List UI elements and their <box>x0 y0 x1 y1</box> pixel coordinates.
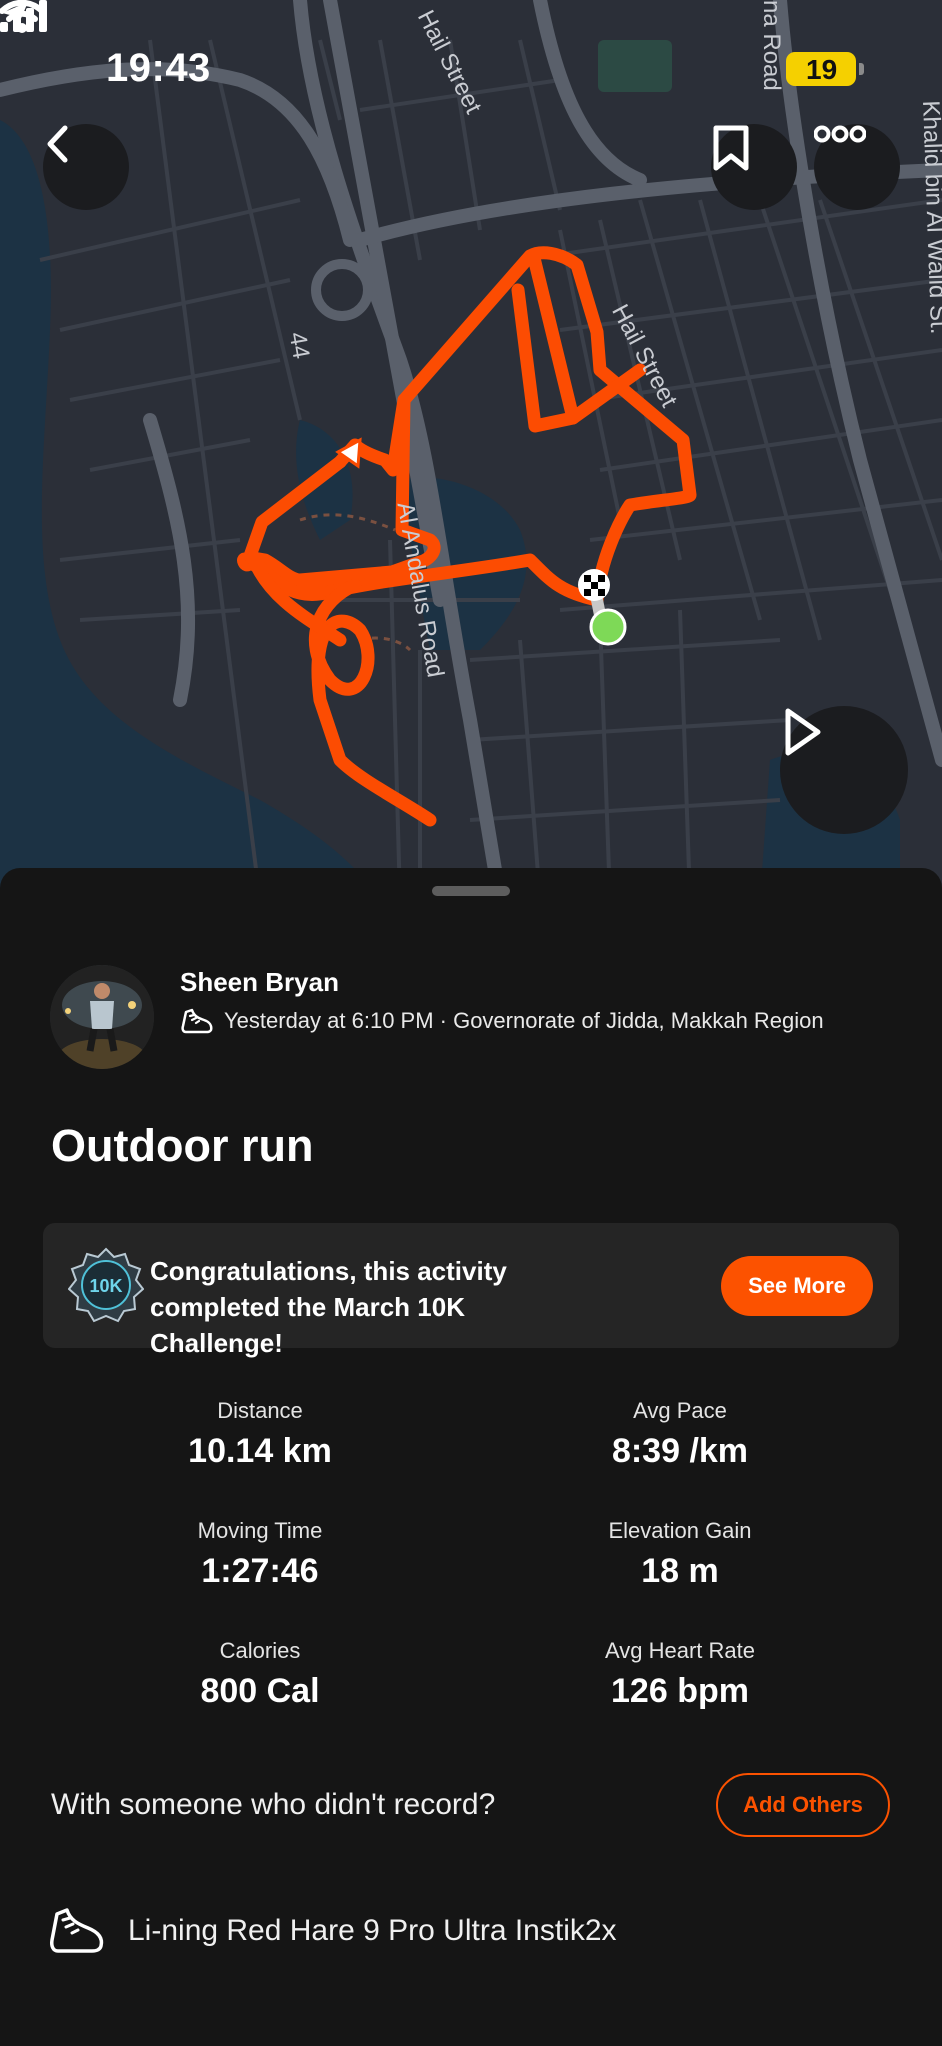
gear-shoe-name[interactable]: Li-ning Red Hare 9 Pro Ultra Instik2x <box>128 1914 617 1948</box>
battery-level: 19 <box>806 54 838 85</box>
stat-value: 8:39 /km <box>611 1432 749 1470</box>
stat-label: Avg Pace <box>633 1398 727 1423</box>
challenge-message: Congratulations, this activity completed… <box>150 1256 507 1358</box>
see-more-button[interactable]: See More <box>721 1256 873 1316</box>
route-map[interactable]: Hail Street Hail Street Al Andalus Road … <box>0 0 942 900</box>
finish-flag-icon <box>578 569 610 601</box>
activity-sheet: Sheen Bryan Yesterday at 6:10 PM · Gover… <box>0 868 942 2046</box>
stat-label: Calories <box>219 1638 301 1663</box>
play-icon <box>785 708 821 756</box>
activity-meta: Yesterday at 6:10 PM · Governorate of Ji… <box>180 1006 824 1036</box>
back-button[interactable] <box>43 124 129 210</box>
stat-label: Elevation Gain <box>608 1518 752 1543</box>
stat-value: 18 m <box>641 1552 719 1590</box>
more-options-button[interactable] <box>814 124 900 210</box>
shoe-icon <box>50 1908 104 1953</box>
athlete-name[interactable]: Sheen Bryan <box>180 967 339 998</box>
street-label-44: 44 <box>283 330 315 361</box>
bookmark-button[interactable] <box>711 124 797 210</box>
challenge-banner[interactable]: 10K Congratulations, this activity compl… <box>43 1223 899 1358</box>
runner-photo <box>50 965 154 1069</box>
add-others-button[interactable]: Add Others <box>716 1773 890 1837</box>
stat-calories: Calories 800 Cal <box>50 1638 470 1711</box>
with-someone-prompt: With someone who didn't record? <box>51 1788 496 1821</box>
wifi-icon <box>0 0 44 33</box>
stat-avg-pace: Avg Pace 8:39 /km <box>470 1398 890 1471</box>
stat-value: 1:27:46 <box>201 1552 319 1590</box>
challenge-badge-icon: 10K <box>68 1247 144 1323</box>
chevron-left-icon <box>47 125 68 163</box>
start-marker-icon <box>589 608 627 646</box>
stat-elevation-gain: Elevation Gain 18 m <box>470 1518 890 1591</box>
sheet-handle[interactable] <box>432 886 510 896</box>
battery-indicator: 19 <box>786 52 864 86</box>
status-time: 19:43 <box>106 46 211 90</box>
stat-label: Distance <box>217 1398 303 1423</box>
stat-avg-heart-rate: Avg Heart Rate 126 bpm <box>470 1638 890 1711</box>
avatar[interactable] <box>50 965 154 1069</box>
activity-meta-text: Yesterday at 6:10 PM · Governorate of Ji… <box>224 1008 824 1033</box>
stat-value: 800 Cal <box>200 1672 320 1710</box>
more-icon <box>814 125 866 143</box>
badge-text: 10K <box>89 1276 122 1296</box>
stat-label: Avg Heart Rate <box>604 1638 755 1663</box>
stat-distance: Distance 10.14 km <box>50 1398 470 1471</box>
running-shoe-icon <box>181 1008 213 1034</box>
play-flyover-button[interactable] <box>780 706 908 834</box>
stat-moving-time: Moving Time 1:27:46 <box>50 1518 470 1591</box>
activity-title: Outdoor run <box>51 1120 314 1171</box>
bookmark-icon <box>713 125 749 171</box>
stat-value: 10.14 km <box>188 1432 332 1470</box>
stat-label: Moving Time <box>197 1518 323 1543</box>
street-label-na-road: na Road <box>758 0 785 91</box>
stat-value: 126 bpm <box>611 1672 749 1710</box>
